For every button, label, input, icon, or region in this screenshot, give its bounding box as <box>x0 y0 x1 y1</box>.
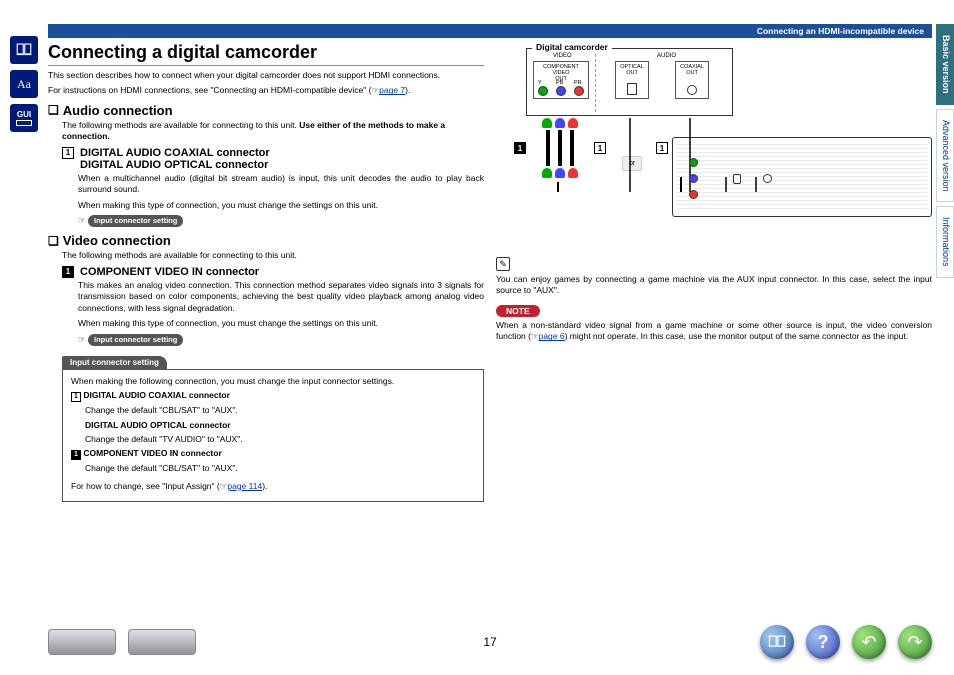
video-sub: 1COMPONENT VIDEO IN connector <box>62 266 484 278</box>
intro-1: This section describes how to connect wh… <box>48 70 484 81</box>
tab-basic-version[interactable]: Basic version <box>936 24 954 105</box>
badge-1-white: 1 <box>62 147 74 159</box>
tab-advanced-version[interactable]: Advanced version <box>936 109 954 203</box>
box-footer: For how to change, see "Input Assign" (☞… <box>71 481 475 492</box>
next-page-button[interactable]: ↷ <box>898 625 932 659</box>
tab-informations[interactable]: Informations <box>936 206 954 278</box>
right-tabs: Basic version Advanced version Informati… <box>936 24 954 282</box>
device-rear-icon[interactable] <box>128 629 196 655</box>
book-icon[interactable] <box>10 36 38 64</box>
box-item1-body: Change the default "CBL/SAT" to "AUX". <box>85 405 475 416</box>
device-front-icon[interactable] <box>48 629 116 655</box>
camcorder-box: VIDEO AUDIO COMPONENT VIDEO OUT Y PB PR … <box>526 48 733 116</box>
video-heading: ❏Video connection <box>48 233 484 248</box>
breadcrumb-text: Connecting an HDMI-incompatible device <box>757 26 924 36</box>
settings-box: When making the following connection, yo… <box>62 369 484 502</box>
pointer-icon: ☞ <box>78 334 86 344</box>
box-item3-title: COMPONENT VIDEO IN connector <box>83 448 221 458</box>
breadcrumb: Connecting an HDMI-incompatible device <box>48 24 932 38</box>
audio-sub-1: 1DIGITAL AUDIO COAXIAL connectorDIGITAL … <box>62 147 484 171</box>
audio-intro: The following methods are available for … <box>62 120 484 143</box>
box-item2-body: Change the default "TV AUDIO" to "AUX". <box>85 434 475 445</box>
page-title: Connecting a digital camcorder <box>48 42 484 66</box>
receiver-box <box>672 137 932 217</box>
diagram-title: Digital camcorder <box>532 42 612 52</box>
audio-heading: ❏Audio connection <box>48 103 484 118</box>
link-page-6[interactable]: page 6 <box>539 331 565 341</box>
badge-1-black: 1 <box>62 266 74 278</box>
gui-icon[interactable]: GUI <box>10 104 38 132</box>
tip-text: You can enjoy games by connecting a game… <box>496 274 932 297</box>
prev-page-button[interactable]: ↶ <box>852 625 886 659</box>
or-label: or <box>622 156 642 171</box>
box-intro: When making the following connection, yo… <box>71 376 475 387</box>
glossary-icon[interactable]: Aa <box>10 70 38 98</box>
box-tab: Input connector setting <box>62 356 167 369</box>
video-intro: The following methods are available for … <box>62 250 484 261</box>
pointer-icon: ☞ <box>78 215 86 225</box>
note-label: NOTE <box>496 305 540 317</box>
link-page-114[interactable]: page 114 <box>227 481 262 491</box>
left-column: Connecting a digital camcorder This sect… <box>48 42 484 508</box>
badge-opt-white: 1 <box>594 142 606 154</box>
pill-input-connector-2: Input connector setting <box>88 334 183 346</box>
contents-button[interactable] <box>760 625 794 659</box>
box-item2-title: DIGITAL AUDIO OPTICAL connector <box>85 420 231 430</box>
box-item1-title: DIGITAL AUDIO COAXIAL connector <box>83 390 230 400</box>
pencil-icon: ✎ <box>496 257 510 271</box>
note-text: When a non-standard video signal from a … <box>496 320 932 343</box>
pointer-icon: ☞ <box>372 85 380 95</box>
box-item3-body: Change the default "CBL/SAT" to "AUX". <box>85 463 475 474</box>
audio-body-1: When a multichannel audio (digital bit s… <box>78 173 484 196</box>
intro-2: For instructions on HDMI connections, se… <box>48 85 484 96</box>
pill-input-connector-1: Input connector setting <box>88 215 183 227</box>
left-nav: Aa GUI <box>10 36 38 138</box>
video-body-2: When making this type of connection, you… <box>78 318 484 329</box>
audio-body-2: When making this type of connection, you… <box>78 200 484 211</box>
right-column: Digital camcorder VIDEO AUDIO COMPONENT … <box>496 42 932 508</box>
page-number: 17 <box>483 635 496 649</box>
connection-diagram: Digital camcorder VIDEO AUDIO COMPONENT … <box>496 42 932 247</box>
badge-coax-white: 1 <box>656 142 668 154</box>
badge-cv-black: 1 <box>514 142 526 154</box>
help-button[interactable]: ? <box>806 625 840 659</box>
bottom-nav: 17 ? ↶ ↷ <box>48 625 932 659</box>
video-body-1: This makes an analog video connection. T… <box>78 280 484 314</box>
link-page-7[interactable]: page 7 <box>379 85 405 95</box>
